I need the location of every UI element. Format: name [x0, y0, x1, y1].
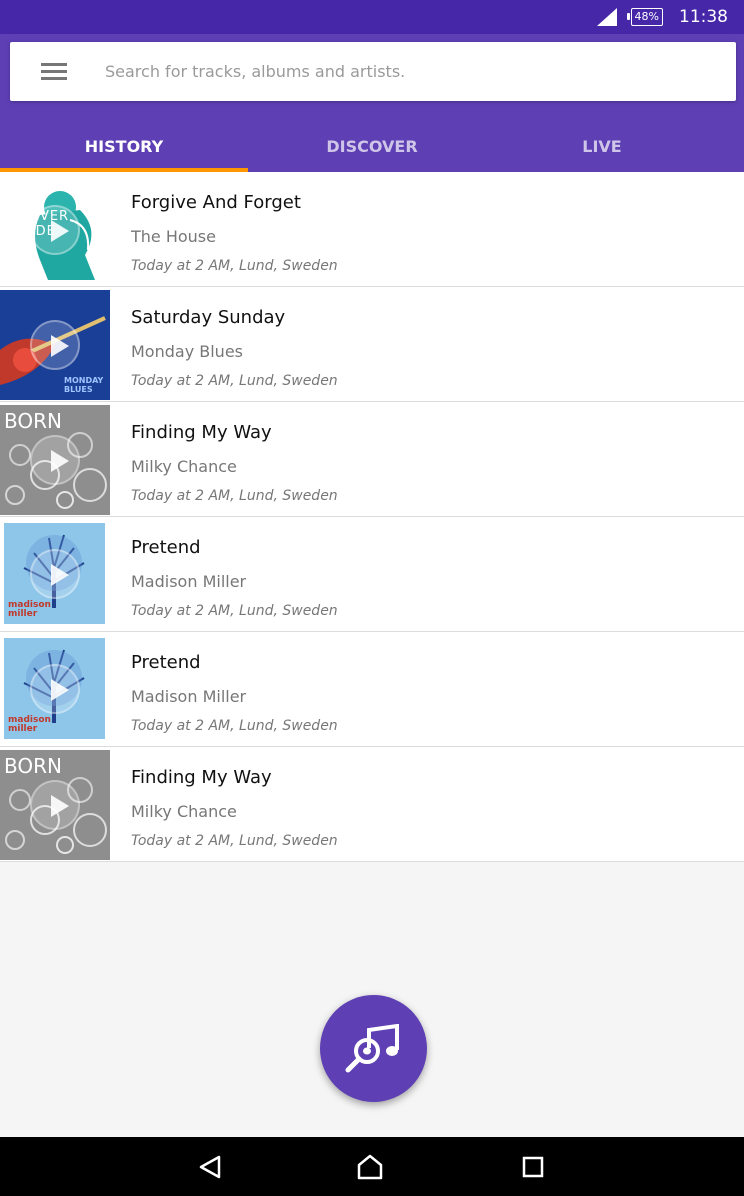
tab-bar: HISTORY DISCOVER LIVE: [0, 120, 744, 172]
track-artist: Madison Miller: [131, 572, 247, 591]
track-meta: Today at 2 AM, Lund, Sweden: [131, 833, 338, 849]
tab-live[interactable]: LIVE: [496, 120, 708, 172]
track-meta: Today at 2 AM, Lund, Sweden: [131, 488, 338, 504]
play-icon[interactable]: [30, 435, 80, 485]
play-icon[interactable]: [29, 548, 80, 599]
list-item[interactable]: BORN Finding My Way Milky Chance Today a…: [0, 402, 744, 517]
back-icon[interactable]: [194, 1151, 226, 1183]
album-art-text: BORN: [4, 754, 62, 778]
track-title: Forgive And Forget: [131, 192, 301, 213]
search-box: [10, 42, 736, 101]
play-icon[interactable]: [30, 320, 80, 370]
track-title: Pretend: [131, 537, 201, 558]
album-art-text: BORN: [4, 409, 62, 433]
track-artist: Madison Miller: [131, 687, 247, 706]
status-bar: 48% 11:38: [0, 0, 744, 34]
list-item[interactable]: madison miller Pretend Madison Miller To…: [0, 632, 744, 747]
album-art: madison miller: [4, 638, 105, 739]
tab-history[interactable]: HISTORY: [0, 120, 248, 172]
album-art: BORN: [0, 750, 110, 860]
track-meta: Today at 2 AM, Lund, Sweden: [131, 258, 338, 274]
track-meta: Today at 2 AM, Lund, Sweden: [131, 373, 338, 389]
music-search-icon: [345, 1023, 399, 1072]
track-title: Finding My Way: [131, 767, 272, 788]
track-meta: Today at 2 AM, Lund, Sweden: [131, 603, 338, 619]
track-artist: Milky Chance: [131, 457, 237, 476]
album-art: madison miller: [4, 523, 105, 624]
track-artist: The House: [131, 227, 216, 246]
album-art-text: madison miller: [8, 715, 51, 734]
track-meta: Today at 2 AM, Lund, Sweden: [131, 718, 338, 734]
tab-discover[interactable]: DISCOVER: [248, 120, 496, 172]
track-title: Saturday Sunday: [131, 307, 286, 328]
history-list: NEVER HIDE Forgive And Forget The House …: [0, 172, 744, 862]
navigation-bar: [0, 1137, 744, 1196]
track-artist: Monday Blues: [131, 342, 243, 361]
identify-music-button[interactable]: [320, 995, 427, 1102]
list-item[interactable]: BORN Finding My Way Milky Chance Today a…: [0, 747, 744, 862]
signal-icon: [596, 8, 617, 26]
play-icon[interactable]: [30, 780, 80, 830]
track-title: Pretend: [131, 652, 201, 673]
album-art: NEVER HIDE: [0, 175, 110, 285]
recents-icon[interactable]: [517, 1151, 549, 1183]
clock: 11:38: [679, 7, 728, 27]
list-item[interactable]: NEVER HIDE Forgive And Forget The House …: [0, 172, 744, 287]
album-art-text: madison miller: [8, 600, 51, 619]
album-art: BORN: [0, 405, 110, 515]
album-art: MONDAY BLUES: [0, 290, 110, 400]
app-bar: HISTORY DISCOVER LIVE: [0, 34, 744, 172]
album-art-text: MONDAY BLUES: [64, 376, 104, 394]
search-input[interactable]: [105, 62, 685, 81]
track-artist: Milky Chance: [131, 802, 237, 821]
menu-icon[interactable]: [41, 62, 67, 81]
battery-indicator: 48%: [626, 8, 663, 26]
track-title: Finding My Way: [131, 422, 272, 443]
play-icon[interactable]: [30, 205, 80, 255]
list-item[interactable]: madison miller Pretend Madison Miller To…: [0, 517, 744, 632]
home-icon[interactable]: [354, 1151, 386, 1183]
play-icon[interactable]: [29, 663, 80, 714]
list-item[interactable]: MONDAY BLUES Saturday Sunday Monday Blue…: [0, 287, 744, 402]
